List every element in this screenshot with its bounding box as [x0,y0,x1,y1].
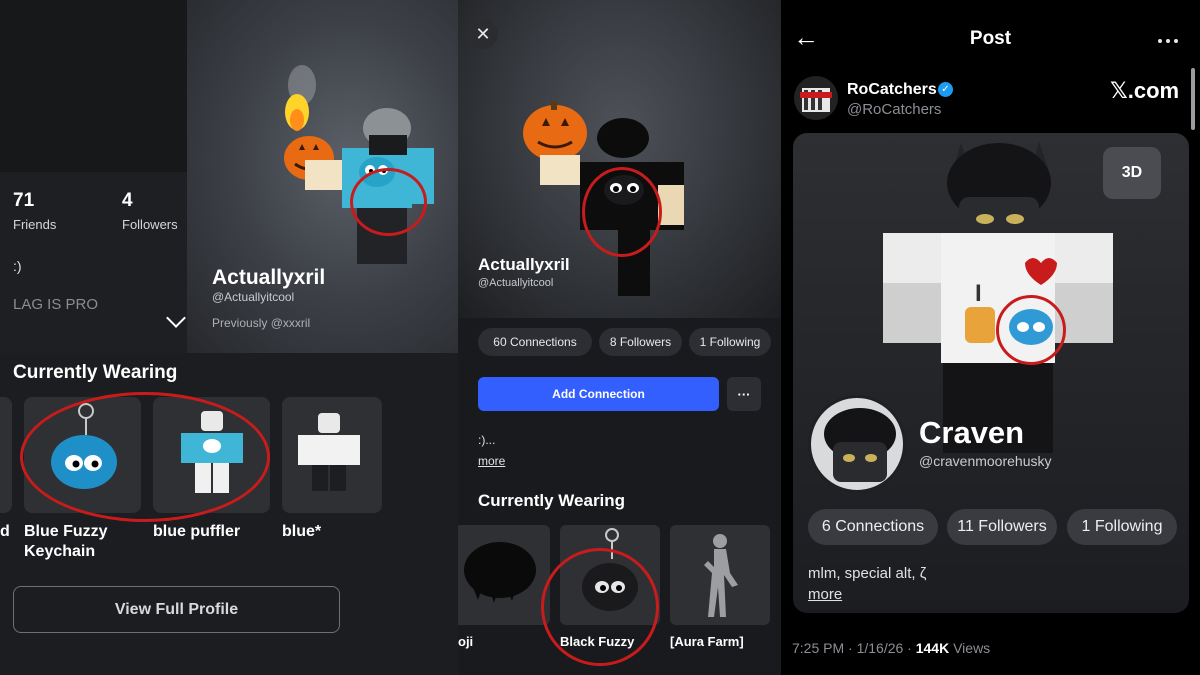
post-time[interactable]: 7:25 PM · 1/16/26 · [792,640,916,656]
more-options-icon[interactable] [1156,30,1180,48]
friends-count: 71 [13,190,35,211]
more-link[interactable]: more [478,454,505,468]
username: @Actuallyitcool [212,290,295,304]
highlight-circle [350,168,427,236]
svg-text:I: I [975,280,982,307]
hair-image [464,542,536,603]
section-title: Currently Wearing [478,491,626,510]
followers-label[interactable]: Followers [122,217,178,232]
views-count: 144K [915,640,950,656]
item-tile-partial[interactable] [0,397,12,513]
display-name: Actuallyxril [212,266,326,289]
highlight-circle-keychain [20,392,270,522]
top-background [0,0,190,172]
display-name: Actuallyxril [478,255,570,274]
friends-label[interactable]: Friends [13,217,56,232]
highlight-circle [582,167,662,257]
followers-pill[interactable]: 11 Followers [947,509,1057,545]
more-link[interactable]: more [808,586,842,603]
connections-pill[interactable]: 6 Connections [808,509,938,545]
username: @cravenmoorehusky [919,453,1052,469]
views-label: Views [949,640,991,656]
header-title: Post [969,28,1012,49]
post-meta: 7:25 PM · 1/16/26 · 144K Views [792,640,990,656]
more-dots-icon: ··· [737,386,751,402]
add-connection-button[interactable]: Add Connection [478,377,719,411]
following-pill[interactable]: 1 Following [689,328,771,356]
middle-profile-panel: ✕ Actuallyxril @Actuallyitcool 60 Connec… [458,0,781,675]
item-label-blue-puffler: blue puffler [153,523,241,540]
followers-pill[interactable]: 8 Followers [599,328,682,356]
verified-badge-icon: ✓ [938,82,953,97]
previous-username: Previously @xxxril [212,316,311,330]
author-avatar[interactable] [794,76,838,120]
bio-line-1: :) [13,258,22,274]
stats-area: 71 Friends 4 Followers :) LAG IS PRO [0,172,187,353]
expand-chevron-icon[interactable] [166,308,186,328]
item-label-aura-farm: [Aura Farm] [670,634,744,649]
aura-farm-image [704,534,738,617]
profile-avatar[interactable] [808,395,906,493]
bio-line-2: LAG IS PRO [13,296,99,313]
highlight-circle [996,295,1066,365]
author-handle[interactable]: @RoCatchers [847,101,941,118]
post-panel: ← Post RoCatchers ✓ @RoCatchers 𝕏.com I … [781,0,1200,675]
item-label-hair: oji [458,634,474,649]
item-tile-hair[interactable] [458,525,550,625]
item-tile-blue-star[interactable] [282,397,382,513]
section-title: Currently Wearing [13,362,178,383]
bio-text: mlm, special alt, ζ [808,565,927,582]
item-tile-aura-farm[interactable] [670,525,770,625]
x-logo: 𝕏.com [1110,78,1180,103]
item-label-partial: d [0,523,10,540]
display-name: Craven [919,415,1025,450]
blue-star-image [298,413,360,491]
author-name[interactable]: RoCatchers [847,81,937,99]
view-full-profile-button[interactable]: View Full Profile [13,586,340,633]
embedded-profile-card[interactable]: I 3D Craven @cravenmoorehusky 6 Connecti… [793,133,1189,613]
close-icon: ✕ [475,23,491,44]
username: @Actuallyitcool [478,277,554,289]
bio-text: :)... [478,433,496,447]
highlight-circle-black-fuzzy [541,548,659,666]
connections-pill[interactable]: 60 Connections [478,328,592,356]
following-pill[interactable]: 1 Following [1067,509,1177,545]
item-label-blue-fuzzy-keychain: Blue Fuzzy Keychain [24,523,108,560]
close-button[interactable]: ✕ [468,19,498,49]
author-avatar-image [800,88,832,112]
view-3d-button[interactable]: 3D [1103,147,1161,199]
scrollbar[interactable] [1191,68,1195,130]
item-label-blue-star: blue* [282,523,322,540]
left-profile-panel: 71 Friends 4 Followers :) LAG IS PRO Act… [0,0,458,675]
more-options-button[interactable]: ··· [727,377,761,411]
followers-count: 4 [122,190,133,211]
